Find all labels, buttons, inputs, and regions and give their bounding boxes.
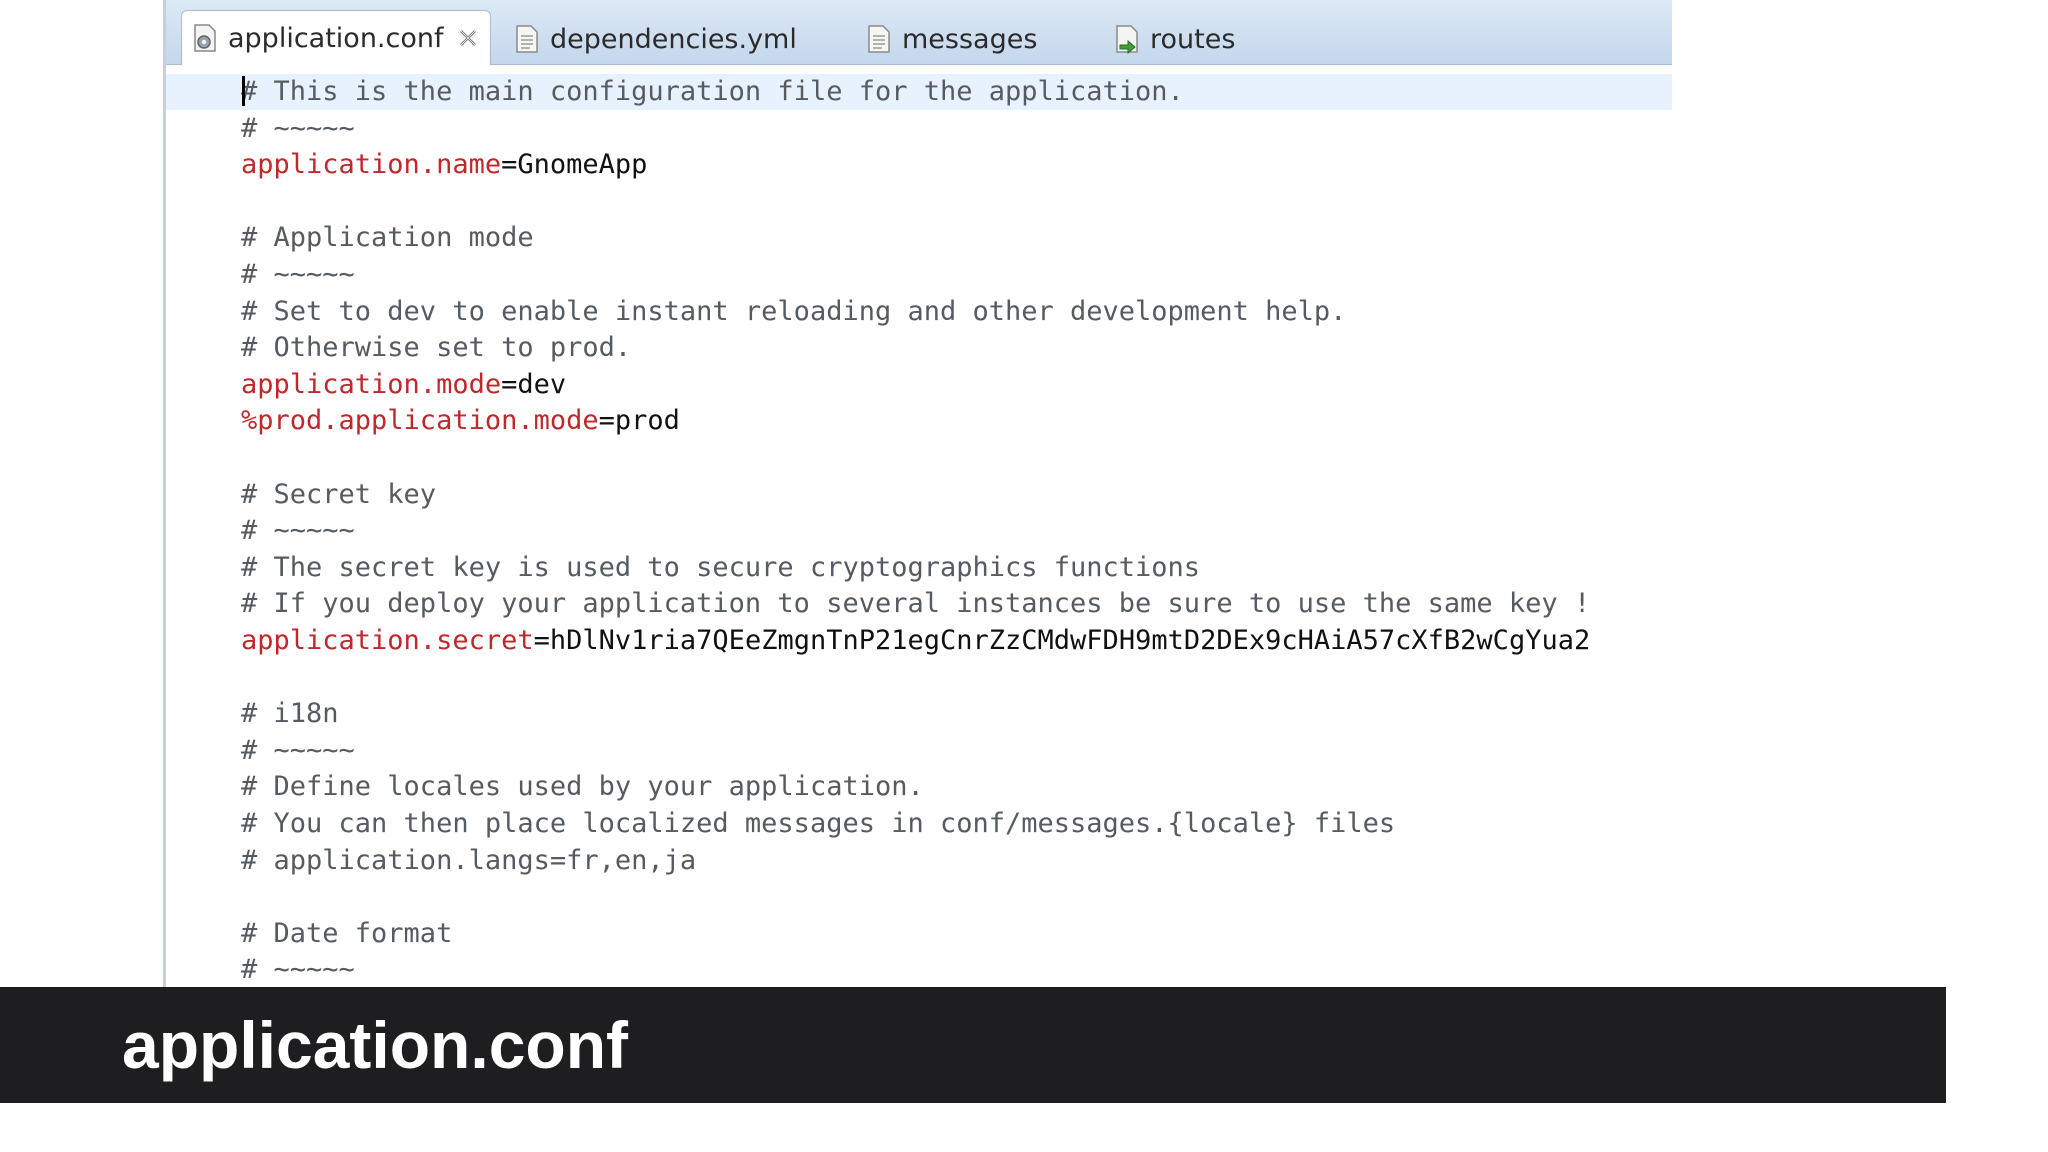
code-line: # If you deploy your application to seve…	[241, 586, 1590, 622]
close-tab-icon[interactable]	[456, 26, 480, 50]
code-line: # Date format	[241, 916, 452, 952]
code-line: # Application mode	[241, 220, 534, 256]
code-editor[interactable]: # This is the main configuration file fo…	[166, 74, 1672, 990]
code-line: # ~~~~~	[241, 111, 355, 147]
equals-sign: =	[598, 405, 615, 436]
config-file-icon	[194, 24, 216, 52]
code-comment: # Otherwise set to prod.	[241, 332, 632, 363]
equals-sign: =	[501, 149, 518, 180]
code-comment: # Date format	[241, 918, 453, 949]
caption-bar: application.conf	[0, 987, 1946, 1103]
tab-label: dependencies.yml	[550, 23, 797, 55]
code-comment: # The secret key is used to secure crypt…	[241, 552, 1201, 583]
code-line: application.mode=dev	[241, 367, 566, 403]
code-comment: # application.langs=fr,en,ja	[241, 845, 697, 876]
code-line: # ~~~~~	[241, 513, 355, 549]
code-comment: # Secret key	[241, 479, 437, 510]
text-caret	[242, 76, 245, 106]
tab-dependencies-yml[interactable]: dependencies.yml	[514, 14, 797, 64]
editor-window: application.conf dependencies.yml messag…	[163, 0, 1672, 990]
code-comment: # Set to dev to enable instant reloading…	[241, 296, 1347, 327]
code-comment: # ~~~~~	[241, 259, 355, 290]
property-value: dev	[517, 369, 567, 400]
tab-application-conf[interactable]: application.conf	[181, 10, 491, 65]
code-line: application.secret=hDlNv1ria7QEeZmgnTnP2…	[241, 623, 1590, 659]
code-line: # Otherwise set to prod.	[241, 330, 631, 366]
property-key: application.secret	[241, 625, 534, 656]
code-line: # Define locales used by your applicatio…	[241, 769, 924, 805]
code-line: %prod.application.mode=prod	[241, 403, 680, 439]
code-line: application.name=GnomeApp	[241, 147, 647, 183]
tab-label: routes	[1150, 23, 1236, 55]
code-line: # application.langs=fr,en,ja	[241, 843, 696, 879]
tab-messages[interactable]: messages	[866, 14, 1037, 64]
caption-title: application.conf	[122, 1008, 629, 1082]
code-line: # ~~~~~	[241, 257, 355, 293]
code-comment: # i18n	[241, 698, 339, 729]
routes-file-icon	[1116, 25, 1138, 54]
code-line: # i18n	[241, 696, 339, 732]
code-line: # This is the main configuration file fo…	[166, 74, 1672, 110]
code-comment: # You can then place localized messages …	[241, 808, 1396, 839]
equals-sign: =	[533, 625, 550, 656]
property-value: GnomeApp	[517, 149, 648, 180]
tab-label: application.conf	[228, 22, 444, 54]
editor-tab-bar: application.conf dependencies.yml messag…	[166, 0, 1672, 65]
property-key: %prod.application.mode	[241, 405, 599, 436]
code-line: # The secret key is used to secure crypt…	[241, 550, 1200, 586]
tab-routes[interactable]: routes	[1114, 14, 1235, 64]
code-comment: # Application mode	[241, 222, 534, 253]
code-comment: # Define locales used by your applicatio…	[241, 771, 924, 802]
code-comment: # ~~~~~	[241, 515, 355, 546]
code-comment: # If you deploy your application to seve…	[241, 588, 1591, 619]
code-line: # Set to dev to enable instant reloading…	[241, 294, 1346, 330]
text-file-icon	[868, 25, 890, 53]
property-value: prod	[614, 405, 680, 436]
code-comment: # This is the main configuration file fo…	[241, 76, 1184, 107]
code-line: # Secret key	[241, 477, 436, 513]
property-key: application.mode	[241, 369, 502, 400]
code-line: # ~~~~~	[241, 952, 355, 988]
code-comment: # ~~~~~	[241, 113, 355, 144]
equals-sign: =	[501, 369, 518, 400]
property-key: application.name	[241, 149, 502, 180]
property-value: hDlNv1ria7QEeZmgnTnP21egCnrZzCMdwFDH9mtD…	[549, 625, 1591, 656]
code-line: # ~~~~~	[241, 733, 355, 769]
code-comment: # ~~~~~	[241, 735, 355, 766]
code-line: # You can then place localized messages …	[241, 806, 1395, 842]
tab-label: messages	[902, 23, 1038, 55]
code-comment: # ~~~~~	[241, 954, 355, 985]
text-file-icon	[516, 25, 538, 53]
